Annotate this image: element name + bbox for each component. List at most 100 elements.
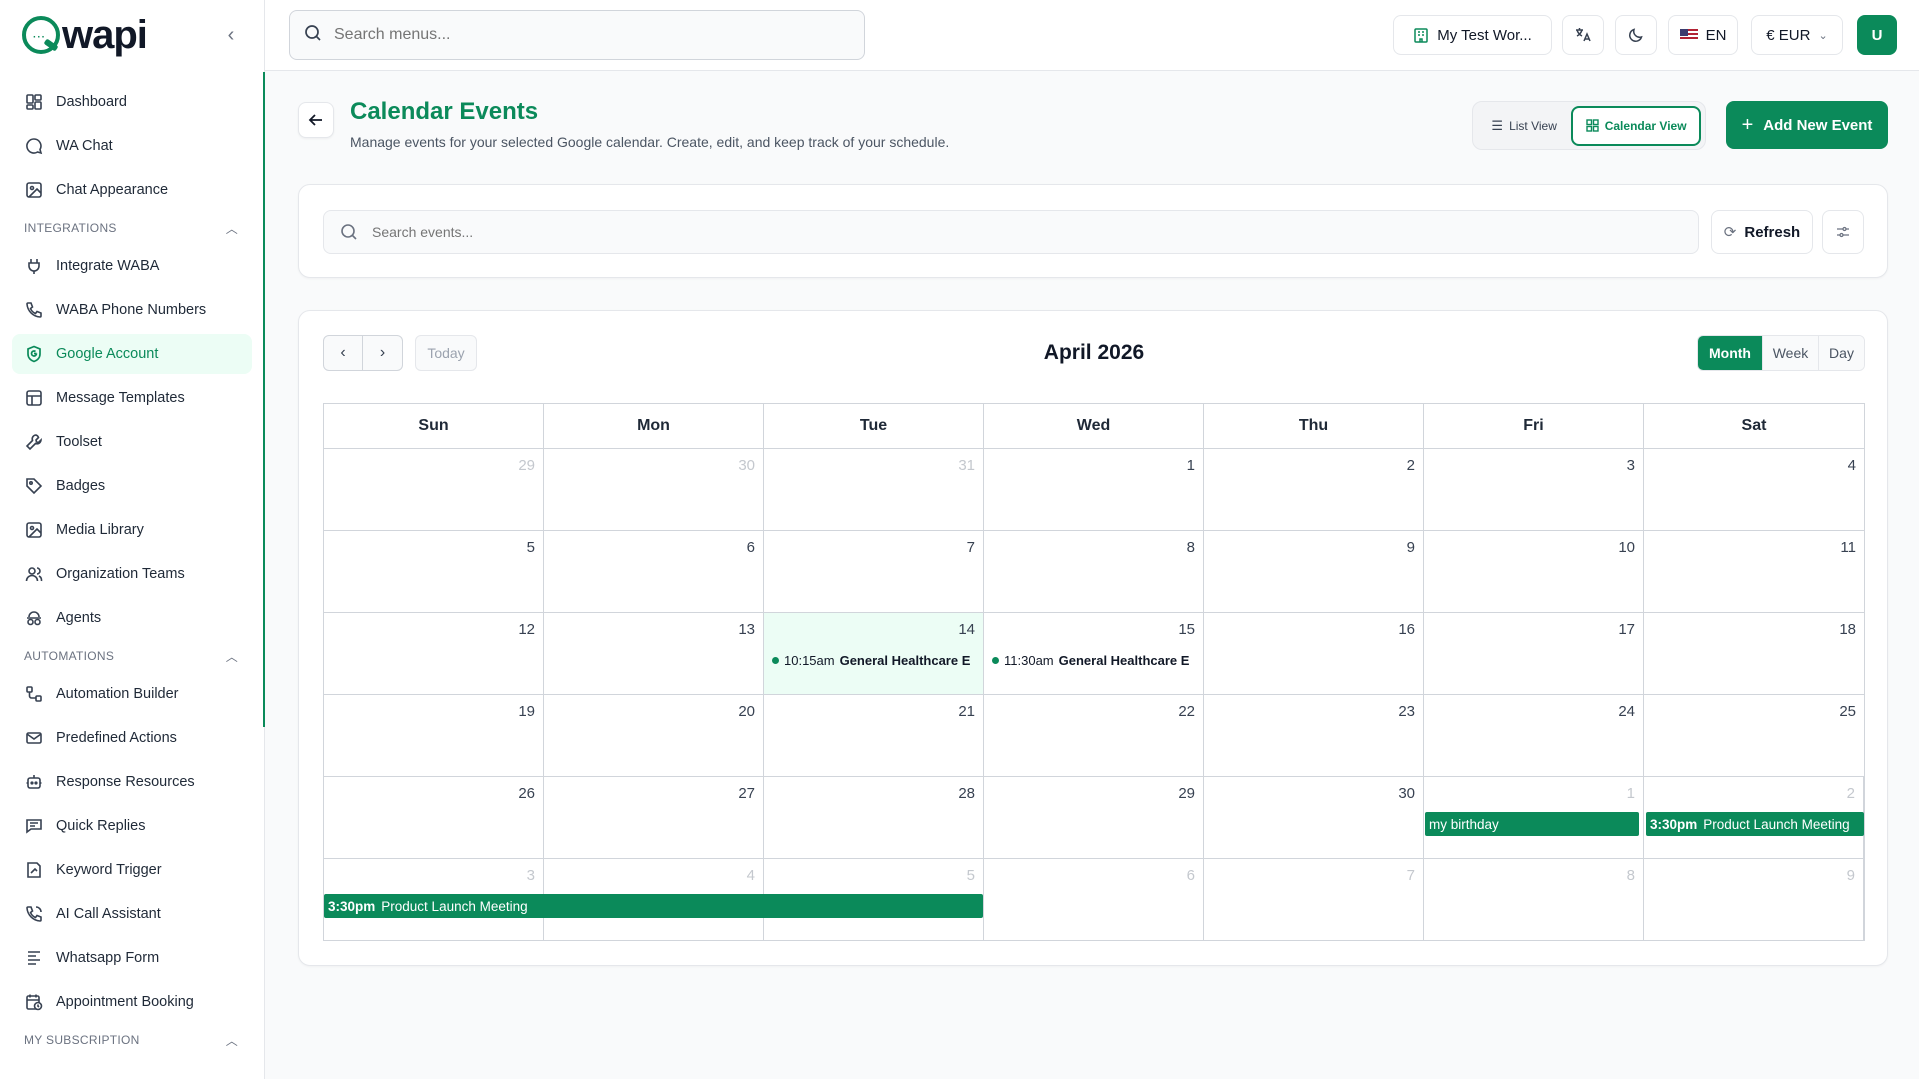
menu-search-input[interactable] <box>334 26 834 44</box>
event-title: my birthday <box>1429 816 1499 832</box>
day-cell[interactable]: 7 <box>764 531 984 612</box>
week-row: 3 4 5 6 7 8 9 3:30pm Product Launch Meet… <box>324 858 1864 940</box>
collapse-sidebar-button[interactable]: ‹ <box>222 24 240 46</box>
calendar-event-bar[interactable]: 3:30pm Product Launch Meeting <box>324 894 983 918</box>
sidebar-item-google-account[interactable]: Google Account <box>12 334 252 374</box>
sidebar-item-media-library[interactable]: Media Library <box>12 510 252 550</box>
section-subscription[interactable]: MY SUBSCRIPTION ︿ <box>12 1026 252 1054</box>
sidebar-item-appointment-booking[interactable]: Appointment Booking <box>12 982 252 1022</box>
week-view-button[interactable]: Week <box>1762 336 1818 370</box>
calendar-event-bar[interactable]: 3:30pm Product Launch Meeting <box>1646 812 1864 836</box>
day-cell[interactable]: 4 <box>1644 449 1864 530</box>
day-cell[interactable]: 6 <box>544 531 764 612</box>
sidebar-item-keyword-trigger[interactable]: Keyword Trigger <box>12 850 252 890</box>
day-cell[interactable]: 21 <box>764 695 984 776</box>
day-cell[interactable]: 2 <box>1204 449 1424 530</box>
user-avatar[interactable]: U <box>1857 15 1897 55</box>
sidebar-item-toolset[interactable]: Toolset <box>12 422 252 462</box>
sidebar-item-response-resources[interactable]: Response Resources <box>12 762 252 802</box>
day-cell[interactable]: 25 <box>1644 695 1864 776</box>
day-cell[interactable]: 11 <box>1644 531 1864 612</box>
chevron-up-icon: ︿ <box>225 221 238 236</box>
event-search-input[interactable] <box>372 224 1672 240</box>
refresh-button[interactable]: ⟳ Refresh <box>1711 210 1813 254</box>
currency-selector[interactable]: € EUR ⌄ <box>1751 15 1843 55</box>
workspace-selector[interactable]: My Test Wor... <box>1393 15 1552 55</box>
day-cell[interactable]: 10 <box>1424 531 1644 612</box>
day-cell[interactable]: 8 <box>984 531 1204 612</box>
section-automations[interactable]: AUTOMATIONS ︿ <box>12 642 252 670</box>
day-number: 27 <box>738 785 755 802</box>
sidebar-item-badges[interactable]: Badges <box>12 466 252 506</box>
day-cell[interactable]: 5 <box>324 531 544 612</box>
sidebar-item-label: Google Account <box>56 346 159 362</box>
day-cell[interactable]: 18 <box>1644 613 1864 694</box>
weekday-label: Fri <box>1424 404 1644 448</box>
theme-toggle-button[interactable] <box>1615 15 1657 55</box>
list-view-button[interactable]: ☰ List View <box>1477 106 1571 146</box>
day-cell[interactable]: 22 <box>984 695 1204 776</box>
section-integrations[interactable]: INTEGRATIONS ︿ <box>12 214 252 242</box>
day-cell[interactable]: 9 <box>1644 859 1864 940</box>
sidebar-item-agents[interactable]: Agents <box>12 598 252 638</box>
sidebar-item-message-templates[interactable]: Message Templates <box>12 378 252 418</box>
day-view-button[interactable]: Day <box>1818 336 1864 370</box>
sidebar-item-organization-teams[interactable]: Organization Teams <box>12 554 252 594</box>
day-cell[interactable]: 29 <box>984 777 1204 858</box>
reply-icon <box>24 816 44 836</box>
chevron-down-icon: ⌄ <box>1818 29 1828 42</box>
sidebar-item-whatsapp-form[interactable]: Whatsapp Form <box>12 938 252 978</box>
day-cell[interactable]: 31 <box>764 449 984 530</box>
day-cell[interactable]: 30 <box>1204 777 1424 858</box>
day-cell[interactable]: 20 <box>544 695 764 776</box>
sidebar-scrollbar[interactable] <box>263 72 265 727</box>
day-cell[interactable]: 8 <box>1424 859 1644 940</box>
day-cell[interactable]: 14 10:15am General Healthcare E <box>764 613 984 694</box>
day-number: 11 <box>1840 539 1856 556</box>
brand-logo[interactable]: ··· wapi <box>22 12 148 58</box>
day-cell[interactable]: 23 <box>1204 695 1424 776</box>
day-cell[interactable]: 29 <box>324 449 544 530</box>
sidebar-item-wa-chat[interactable]: WA Chat <box>12 126 252 166</box>
day-cell[interactable]: 28 <box>764 777 984 858</box>
month-view-button[interactable]: Month <box>1698 336 1762 370</box>
calendar-event[interactable]: 11:30am General Healthcare E <box>992 653 1199 668</box>
sidebar-item-dashboard[interactable]: Dashboard <box>12 82 252 122</box>
day-cell[interactable]: 3 <box>1424 449 1644 530</box>
sidebar-item-quick-replies[interactable]: Quick Replies <box>12 806 252 846</box>
sidebar-item-waba-phone-numbers[interactable]: WABA Phone Numbers <box>12 290 252 330</box>
calendar-event[interactable]: 10:15am General Healthcare E <box>772 653 979 668</box>
add-new-event-button[interactable]: + Add New Event <box>1726 101 1888 149</box>
event-dot-icon <box>992 657 999 664</box>
day-cell[interactable]: 19 <box>324 695 544 776</box>
event-search-box[interactable] <box>323 210 1699 254</box>
day-cell[interactable]: 24 <box>1424 695 1644 776</box>
day-cell[interactable]: 30 <box>544 449 764 530</box>
day-cell[interactable]: 7 <box>1204 859 1424 940</box>
sidebar-item-predefined-actions[interactable]: Predefined Actions <box>12 718 252 758</box>
translate-button[interactable] <box>1562 15 1604 55</box>
day-cell[interactable]: 26 <box>324 777 544 858</box>
sliders-icon <box>1836 225 1850 239</box>
bot-icon <box>24 772 44 792</box>
day-cell[interactable]: 17 <box>1424 613 1644 694</box>
back-button[interactable] <box>298 102 334 138</box>
sidebar-item-integrate-waba[interactable]: Integrate WABA <box>12 246 252 286</box>
sidebar-item-ai-call-assistant[interactable]: AI Call Assistant <box>12 894 252 934</box>
day-cell[interactable]: 6 <box>984 859 1204 940</box>
day-number: 2 <box>1406 457 1415 474</box>
day-cell[interactable]: 27 <box>544 777 764 858</box>
menu-search-box[interactable] <box>289 10 865 60</box>
day-cell[interactable]: 15 11:30am General Healthcare E <box>984 613 1204 694</box>
day-cell[interactable]: 13 <box>544 613 764 694</box>
day-cell[interactable]: 1 <box>984 449 1204 530</box>
sidebar-item-automation-builder[interactable]: Automation Builder <box>12 674 252 714</box>
calendar-event-bar[interactable]: my birthday <box>1425 812 1639 836</box>
day-cell[interactable]: 9 <box>1204 531 1424 612</box>
language-selector[interactable]: EN <box>1668 15 1738 55</box>
day-cell[interactable]: 16 <box>1204 613 1424 694</box>
sidebar-item-chat-appearance[interactable]: Chat Appearance <box>12 170 252 210</box>
filter-button[interactable] <box>1822 210 1864 254</box>
calendar-view-button[interactable]: Calendar View <box>1571 105 1701 146</box>
day-cell[interactable]: 12 <box>324 613 544 694</box>
